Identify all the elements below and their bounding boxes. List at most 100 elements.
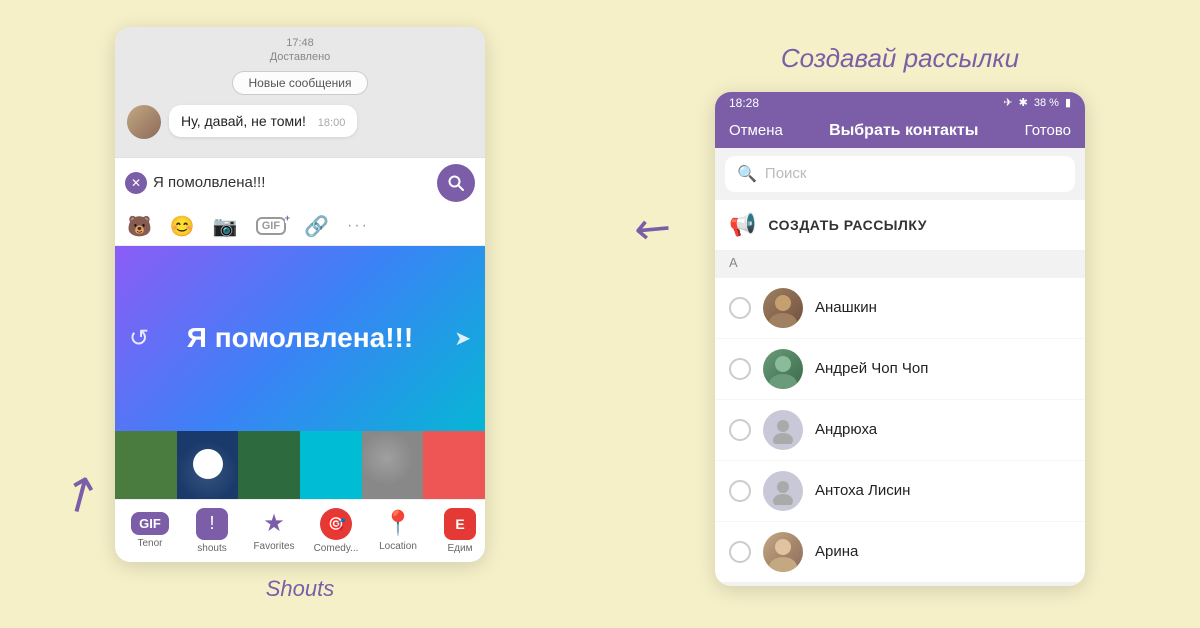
gif-plus-icon: + — [285, 213, 290, 223]
done-button[interactable]: Готово — [1025, 122, 1071, 139]
emoji-icon[interactable]: 😊 — [170, 214, 195, 239]
contact-name: Антоха Лисин — [815, 482, 910, 499]
battery-icon: ▮ — [1065, 96, 1071, 109]
avatar-andrey — [763, 349, 803, 389]
cat-location-label: Location — [379, 541, 417, 552]
shouts-label: Shouts — [266, 576, 335, 602]
right-section: Создавай рассылки ↙ 18:28 ✈ ✱ 38 % ▮ Отм… — [715, 43, 1085, 586]
contact-list: Анашкин Андрей Чоп Чоп Андрюха — [715, 278, 1085, 582]
contact-row[interactable]: Анашкин — [715, 278, 1085, 339]
gif-preview-text: Я помолвлена!!! — [187, 322, 413, 354]
gif-thumbnails — [115, 431, 485, 499]
status-icons: ✈ ✱ 38 % ▮ — [1003, 96, 1071, 109]
avatar-anashkin — [763, 288, 803, 328]
contact-name: Андрюха — [815, 421, 877, 438]
create-broadcast-row[interactable]: 📢 СОЗДАТЬ РАССЫЛКУ — [715, 200, 1085, 251]
nav-bar: Отмена Выбрать контакты Готово — [715, 114, 1085, 148]
chat-area: 17:48 Доставлено Новые сообщения Ну, дав… — [115, 27, 485, 157]
search-placeholder: Поиск — [765, 165, 807, 182]
section-title: Создавай рассылки — [781, 43, 1019, 74]
radio-button[interactable] — [729, 419, 751, 441]
cancel-button[interactable]: Отмена — [729, 122, 783, 139]
input-area: ✕ Я помолвлена!!! 🐻 😊 📷 GIF + � — [115, 157, 485, 562]
gif-categories: GIF Tenor ! shouts ★ Favorites 🎯 Comedy.… — [115, 499, 485, 562]
gif-icon: GIF — [131, 512, 169, 535]
nav-title: Выбрать контакты — [829, 122, 978, 140]
delivered-label: Доставлено — [127, 51, 473, 63]
cat-shouts-label: shouts — [197, 543, 226, 554]
contact-row[interactable]: Андрюха — [715, 400, 1085, 461]
cat-tenor-label: Tenor — [137, 538, 162, 549]
message-bubble: Ну, давай, не томи! 18:00 — [169, 105, 357, 137]
gif-preview: ↺ Я помолвлена!!! ➤ — [115, 246, 485, 431]
thumb-4[interactable] — [300, 431, 362, 499]
time-stamp: 17:48 — [127, 37, 473, 49]
arrow-annotation-left: ↗ — [49, 459, 112, 528]
category-favorites[interactable]: ★ Favorites — [249, 509, 299, 552]
category-comedy[interactable]: 🎯 Comedy... — [311, 508, 361, 554]
thumb-1[interactable] — [115, 431, 177, 499]
signal-icon: ✈ — [1003, 96, 1012, 109]
thumb-5[interactable] — [362, 431, 424, 499]
arrow-annotation-right: ↙ — [623, 197, 684, 260]
search-button[interactable] — [437, 164, 475, 202]
status-time: 18:28 — [729, 96, 759, 110]
category-last[interactable]: Е Едим — [435, 508, 485, 554]
comedy-icon: 🎯 — [320, 508, 352, 540]
close-button[interactable]: ✕ — [125, 172, 147, 194]
cat-last-label: Едим — [448, 543, 473, 554]
contact-row[interactable]: Арина — [715, 522, 1085, 582]
avatar-arina — [763, 532, 803, 572]
radio-button[interactable] — [729, 480, 751, 502]
message-row: Ну, давай, не томи! 18:00 — [127, 105, 473, 139]
shouts-icon: ! — [196, 508, 228, 540]
message-text: Ну, давай, не томи! — [181, 113, 306, 129]
input-text[interactable]: Я помолвлена!!! — [153, 174, 431, 191]
contact-row[interactable]: Антоха Лисин — [715, 461, 1085, 522]
create-label: СОЗДАТЬ РАССЫЛКУ — [768, 217, 927, 233]
avatar-antoha — [763, 471, 803, 511]
avatar-img — [127, 105, 161, 139]
sticker-toolbar: 🐻 😊 📷 GIF + 🔗 ··· — [115, 208, 485, 246]
radio-button[interactable] — [729, 358, 751, 380]
contact-name: Анашкин — [815, 299, 877, 316]
gif-button[interactable]: GIF + — [256, 217, 286, 235]
prev-arrow[interactable]: ↺ — [129, 324, 149, 353]
thumb-3[interactable] — [238, 431, 300, 499]
message-time: 18:00 — [318, 117, 346, 129]
search-icon: 🔍 — [737, 164, 757, 184]
next-arrow[interactable]: ➤ — [454, 326, 471, 351]
status-bar: 18:28 ✈ ✱ 38 % ▮ — [715, 92, 1085, 114]
category-shouts[interactable]: ! shouts — [187, 508, 237, 554]
phone-right: 18:28 ✈ ✱ 38 % ▮ Отмена Выбрать контакты… — [715, 92, 1085, 586]
megaphone-icon: 📢 — [729, 212, 756, 238]
avatar-andryuha — [763, 410, 803, 450]
thumb-6[interactable] — [423, 431, 485, 499]
input-row: ✕ Я помолвлена!!! — [115, 158, 485, 208]
search-bar[interactable]: 🔍 Поиск — [725, 156, 1075, 192]
avatar — [127, 105, 161, 139]
bear-icon[interactable]: 🐻 — [127, 214, 152, 239]
radio-button[interactable] — [729, 541, 751, 563]
camera-icon[interactable]: 📷 — [213, 214, 238, 239]
radio-button[interactable] — [729, 297, 751, 319]
star-icon: ★ — [263, 509, 285, 538]
link-icon[interactable]: 🔗 — [304, 214, 329, 239]
contact-name: Андрей Чоп Чоп — [815, 360, 928, 377]
category-location[interactable]: 📍 Location — [373, 509, 423, 552]
phone-left: 17:48 Доставлено Новые сообщения Ну, дав… — [115, 27, 485, 562]
contact-row[interactable]: Андрей Чоп Чоп — [715, 339, 1085, 400]
bluetooth-icon: ✱ — [1019, 96, 1028, 109]
pill-text: Новые сообщения — [232, 71, 369, 95]
cat-fav-label: Favorites — [253, 541, 294, 552]
last-icon: Е — [444, 508, 476, 540]
new-messages-pill: Новые сообщения — [127, 71, 473, 95]
category-tenor[interactable]: GIF Tenor — [125, 512, 175, 549]
left-section: ↗ 17:48 Доставлено Новые сообщения Ну, д… — [115, 27, 485, 602]
thumb-2[interactable] — [177, 431, 239, 499]
battery-text: 38 % — [1034, 97, 1059, 109]
location-icon: 📍 — [383, 509, 413, 538]
more-icon[interactable]: ··· — [347, 217, 369, 235]
section-header-a: А — [715, 251, 1085, 274]
contact-name: Арина — [815, 543, 858, 560]
